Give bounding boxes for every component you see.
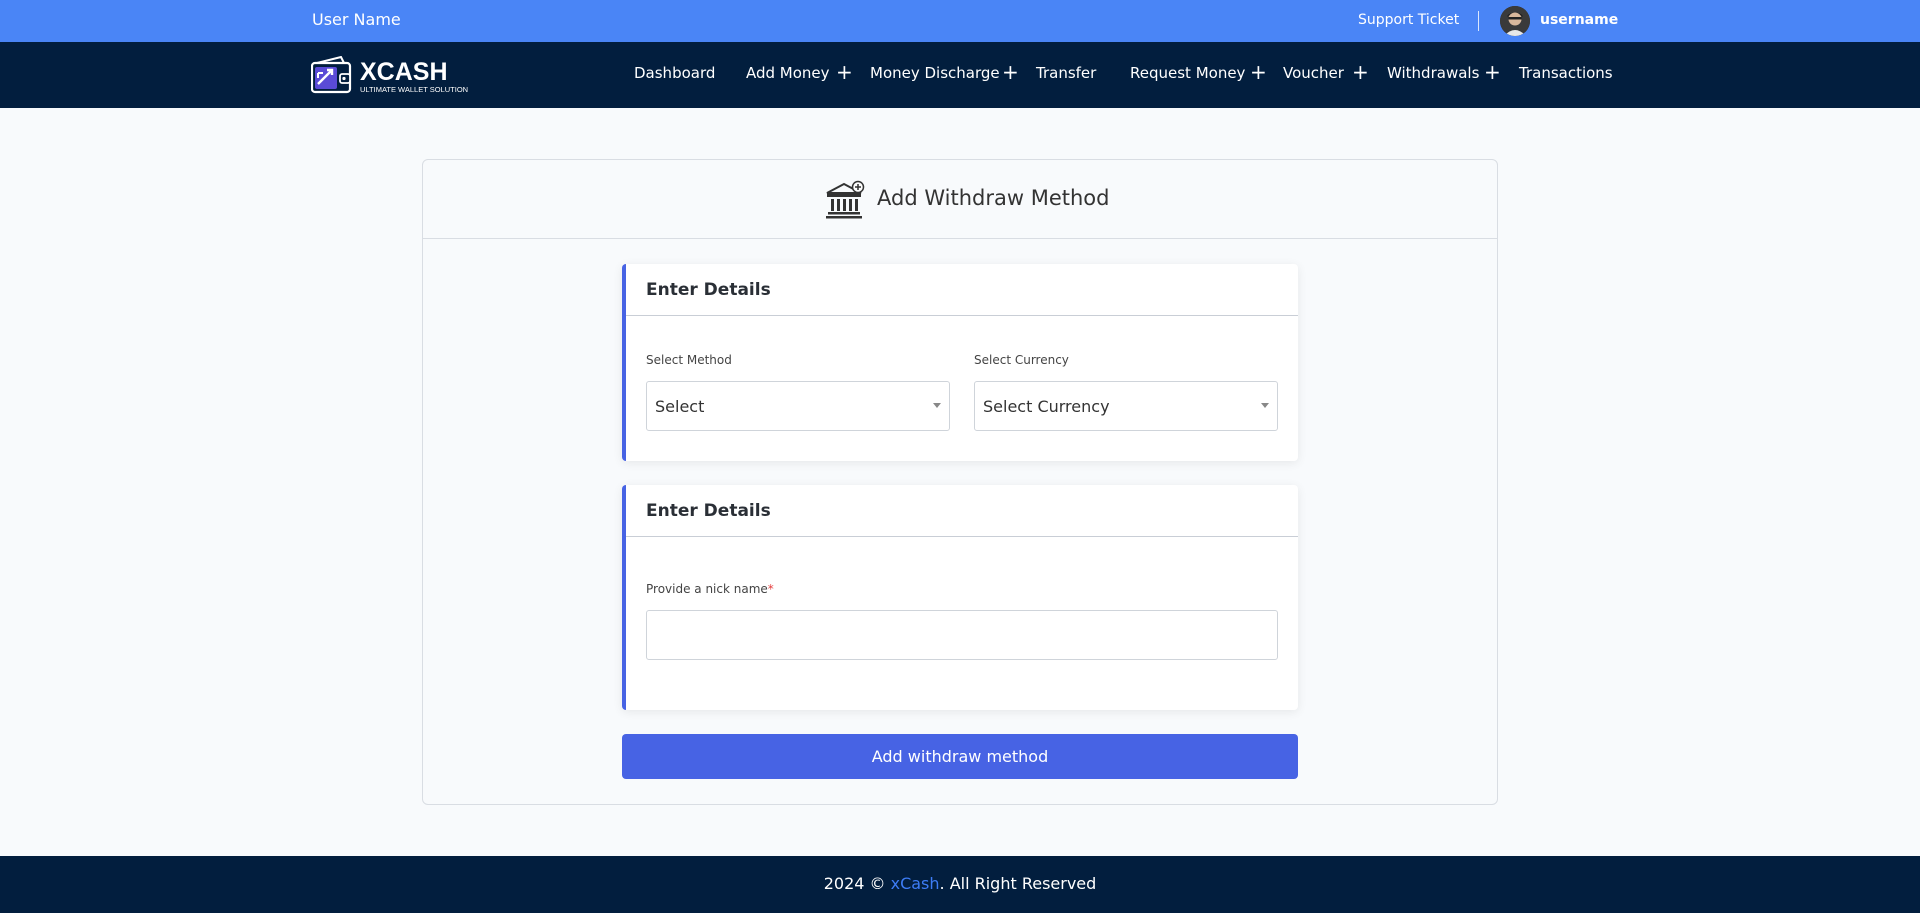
select-method-label: Select Method [646, 353, 732, 367]
section-title: Enter Details [646, 501, 771, 521]
money-discharge-expand-icon[interactable]: + [1002, 60, 1019, 84]
withdraw-method-card: Add Withdraw Method Enter Details Select… [422, 159, 1498, 805]
details-section-method: Enter Details Select Method Select Selec… [622, 264, 1298, 461]
nickname-input[interactable] [646, 610, 1278, 660]
nav-item-dashboard[interactable]: Dashboard [634, 64, 715, 82]
nav-item-request-money[interactable]: Request Money [1130, 64, 1245, 82]
nickname-label-text: Provide a nick name [646, 582, 768, 596]
section-header: Enter Details [626, 264, 1298, 316]
select-currency-dropdown[interactable]: Select Currency [974, 381, 1278, 431]
bank-plus-icon [825, 180, 865, 220]
nickname-label: Provide a nick name* [646, 582, 774, 596]
top-bar: User Name Support Ticket username [0, 0, 1920, 42]
nav-menu: Dashboard Add Money + Money Discharge + … [0, 42, 1920, 108]
card-header: Add Withdraw Method [423, 160, 1497, 239]
select-method-dropdown[interactable]: Select [646, 381, 950, 431]
support-ticket-link[interactable]: Support Ticket [1358, 12, 1459, 28]
topbar-divider [1478, 11, 1479, 31]
voucher-expand-icon[interactable]: + [1352, 60, 1369, 84]
nav-item-withdrawals[interactable]: Withdrawals [1387, 64, 1479, 82]
section-title: Enter Details [646, 280, 771, 300]
required-mark: * [767, 582, 774, 596]
select-method-value: Select [655, 397, 705, 416]
main-navbar: XCASH ULTIMATE WALLET SOLUTION Dashboard… [0, 42, 1920, 108]
nav-item-transfer[interactable]: Transfer [1036, 64, 1096, 82]
add-withdraw-method-button[interactable]: Add withdraw method [622, 734, 1298, 779]
add-money-expand-icon[interactable]: + [836, 60, 853, 84]
avatar[interactable] [1500, 6, 1530, 36]
details-section-nickname: Enter Details Provide a nick name* [622, 485, 1298, 710]
caret-down-icon [933, 403, 941, 408]
select-currency-label: Select Currency [974, 353, 1069, 367]
footer: 2024 © xCash. All Right Reserved [0, 856, 1920, 913]
username-label[interactable]: username [1540, 12, 1618, 28]
nav-item-add-money[interactable]: Add Money [746, 64, 830, 82]
avatar-image-icon [1500, 6, 1530, 36]
copyright-text: 2024 © xCash. All Right Reserved [0, 874, 1920, 893]
nav-item-money-discharge[interactable]: Money Discharge [870, 64, 1000, 82]
footer-brand-link[interactable]: xCash [891, 874, 940, 893]
page-title: Add Withdraw Method [877, 186, 1110, 210]
copyright-suffix: . All Right Reserved [939, 874, 1097, 893]
caret-down-icon [1261, 403, 1269, 408]
request-money-expand-icon[interactable]: + [1250, 60, 1267, 84]
nav-item-transactions[interactable]: Transactions [1519, 64, 1613, 82]
withdrawals-expand-icon[interactable]: + [1484, 60, 1501, 84]
user-name-label: User Name [312, 10, 401, 29]
select-currency-value: Select Currency [983, 397, 1110, 416]
nav-item-voucher[interactable]: Voucher [1283, 64, 1344, 82]
copyright-prefix: 2024 © [823, 874, 891, 893]
section-header: Enter Details [626, 485, 1298, 537]
